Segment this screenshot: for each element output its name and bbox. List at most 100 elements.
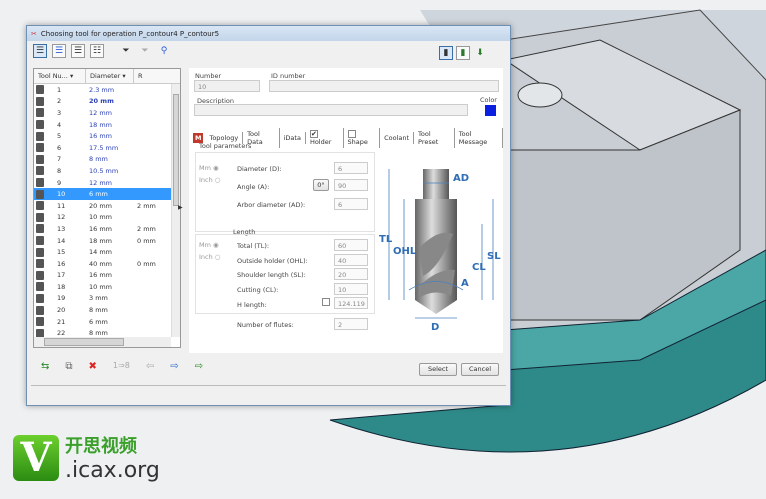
tool-row[interactable]: 7 8 mm xyxy=(34,154,180,166)
tool-row[interactable]: 12 10 mm xyxy=(34,212,180,224)
tool-number: 15 xyxy=(57,248,66,257)
angle-label: Angle (A): xyxy=(237,183,270,191)
tab-idata[interactable]: iData xyxy=(280,132,306,144)
horizontal-scrollbar[interactable] xyxy=(34,337,171,347)
column-diameter[interactable]: Diameter ▾ xyxy=(86,69,134,83)
tool-diameter: 12 mm xyxy=(89,178,113,187)
tool-type-icon xyxy=(36,120,44,130)
renumber-button[interactable]: 1⇒8 xyxy=(113,361,130,372)
tab-shape[interactable]: Shape xyxy=(344,128,381,148)
tool-diameter: 10 mm xyxy=(89,282,113,291)
view-mode-3-icon[interactable]: ☰ xyxy=(71,44,85,58)
mm-radio[interactable]: Mm ◉ xyxy=(199,164,219,172)
add-tool-icon[interactable]: ⇆ xyxy=(41,361,49,372)
arbor-diameter-input[interactable]: 6 xyxy=(334,198,368,210)
tool-row[interactable]: 17 16 mm xyxy=(34,270,180,282)
cl-label: CL xyxy=(472,262,486,273)
id-number-field[interactable] xyxy=(269,80,499,92)
flutes-input[interactable]: 2 xyxy=(334,318,368,330)
tool-row[interactable]: 20 8 mm xyxy=(34,304,180,316)
select-button[interactable]: Select xyxy=(419,363,457,376)
color-swatch[interactable] xyxy=(485,105,496,116)
shoulder-length-label: Shoulder length (SL): xyxy=(237,271,306,279)
view-mode-2-icon[interactable]: ☰ xyxy=(52,44,66,58)
tool-type-icon xyxy=(36,178,44,188)
tool-diameter: 12 mm xyxy=(89,108,113,117)
tool-row[interactable]: 11 20 mm 2 mm xyxy=(34,200,180,212)
length-mm-radio[interactable]: Mm ◉ xyxy=(199,241,219,249)
tool-row[interactable]: 21 6 mm xyxy=(34,316,180,328)
ohl-label: OHL xyxy=(393,246,417,257)
h-length-checkbox[interactable] xyxy=(322,298,330,306)
tool-row[interactable]: 13 16 mm 2 mm xyxy=(34,223,180,235)
tool-number: 1 xyxy=(57,85,62,94)
back-icon[interactable]: ⇦ xyxy=(146,361,154,372)
tool-row[interactable]: 1 2.3 mm xyxy=(34,84,180,96)
tool-number: 10 xyxy=(57,190,66,199)
holder-checkbox[interactable]: ✔ xyxy=(309,130,318,138)
tool-row[interactable]: 19 3 mm xyxy=(34,293,180,305)
a-label: A xyxy=(461,278,469,289)
length-inch-radio[interactable]: Inch ○ xyxy=(199,253,220,261)
tool-row[interactable]: 16 40 mm 0 mm xyxy=(34,258,180,270)
tab-coolant[interactable]: Coolant xyxy=(380,132,415,144)
collapse-arrow-icon[interactable]: ▶ xyxy=(178,204,183,211)
tool-row[interactable]: 10 6 mm xyxy=(34,188,180,200)
tool-number: 16 xyxy=(57,259,66,268)
tool-list[interactable]: Tool Nu... ▾ Diameter ▾ R 1 2.3 mm 2 20 mm 3… xyxy=(33,68,181,348)
tool-row[interactable]: 5 16 mm xyxy=(34,130,180,142)
view-mode-1-icon[interactable]: ☰ xyxy=(33,44,47,58)
outside-holder-input[interactable]: 40 xyxy=(334,254,368,266)
tab-tool-message[interactable]: Tool Message xyxy=(455,128,503,148)
tool-number: 3 xyxy=(57,108,62,117)
tab-tool-preset[interactable]: Tool Preset xyxy=(414,128,455,148)
tool-diameter: 20 mm xyxy=(89,97,114,106)
tool-row[interactable]: 3 12 mm xyxy=(34,107,180,119)
tool-row[interactable]: 9 12 mm xyxy=(34,177,180,189)
tool-number: 19 xyxy=(57,294,66,303)
tool-row[interactable]: 6 17.5 mm xyxy=(34,142,180,154)
h-length-input[interactable]: 124.119 xyxy=(334,297,368,309)
tool-number: 9 xyxy=(57,178,62,187)
tool-view-icon[interactable]: ▮ xyxy=(439,46,453,60)
tool-row[interactable]: 18 10 mm xyxy=(34,281,180,293)
tool-row[interactable]: 14 18 mm 0 mm xyxy=(34,235,180,247)
tool-row[interactable]: 8 10.5 mm xyxy=(34,165,180,177)
column-tool-number[interactable]: Tool Nu... ▾ xyxy=(34,69,86,83)
tool-row[interactable]: 2 20 mm xyxy=(34,96,180,108)
tool-number: 11 xyxy=(57,201,66,210)
copy-tool-icon[interactable]: ⧉ xyxy=(65,361,72,372)
tab-holder[interactable]: ✔Holder xyxy=(306,128,344,148)
find-icon[interactable]: ⚲ xyxy=(157,44,171,58)
inch-radio[interactable]: Inch ○ xyxy=(199,176,220,184)
filter-icon[interactable]: ⏷ xyxy=(119,44,133,58)
number-field[interactable]: 10 xyxy=(194,80,260,92)
flutes-label: Number of flutes: xyxy=(237,321,294,329)
cancel-button[interactable]: Cancel xyxy=(461,363,499,376)
angle-input[interactable]: 90 xyxy=(334,179,368,191)
tool-number: 18 xyxy=(57,282,66,291)
tool-number: 14 xyxy=(57,236,66,245)
description-field[interactable] xyxy=(194,104,468,116)
tool-row[interactable]: 15 14 mm xyxy=(34,246,180,258)
clear-filter-icon[interactable]: ⏷ xyxy=(138,44,152,58)
cutting-length-input[interactable]: 10 xyxy=(334,283,368,295)
delete-tool-icon[interactable]: ✖ xyxy=(89,361,97,372)
watermark: V 开思视频 .icax.org xyxy=(13,432,160,483)
shape-checkbox[interactable] xyxy=(347,130,356,138)
total-length-input[interactable]: 60 xyxy=(334,239,368,251)
view-mode-4-icon[interactable]: ☷ xyxy=(90,44,104,58)
export-icon[interactable]: ⇨ xyxy=(170,361,178,372)
arbor-diameter-label: Arbor diameter (AD): xyxy=(237,201,306,209)
angle-button[interactable]: 0° xyxy=(313,179,329,191)
diameter-input[interactable]: 6 xyxy=(334,162,368,174)
shoulder-length-input[interactable]: 20 xyxy=(334,268,368,280)
holder-view-icon[interactable]: ▮ xyxy=(456,46,470,60)
column-r[interactable]: R xyxy=(134,69,180,83)
tool-row[interactable]: 4 18 mm xyxy=(34,119,180,131)
tool-type-icon xyxy=(36,270,44,280)
tool-number: 13 xyxy=(57,224,66,233)
assembly-view-icon[interactable]: ⬇ xyxy=(473,46,487,60)
tool-type-icon xyxy=(36,317,44,327)
import-icon[interactable]: ⇨ xyxy=(195,361,203,372)
